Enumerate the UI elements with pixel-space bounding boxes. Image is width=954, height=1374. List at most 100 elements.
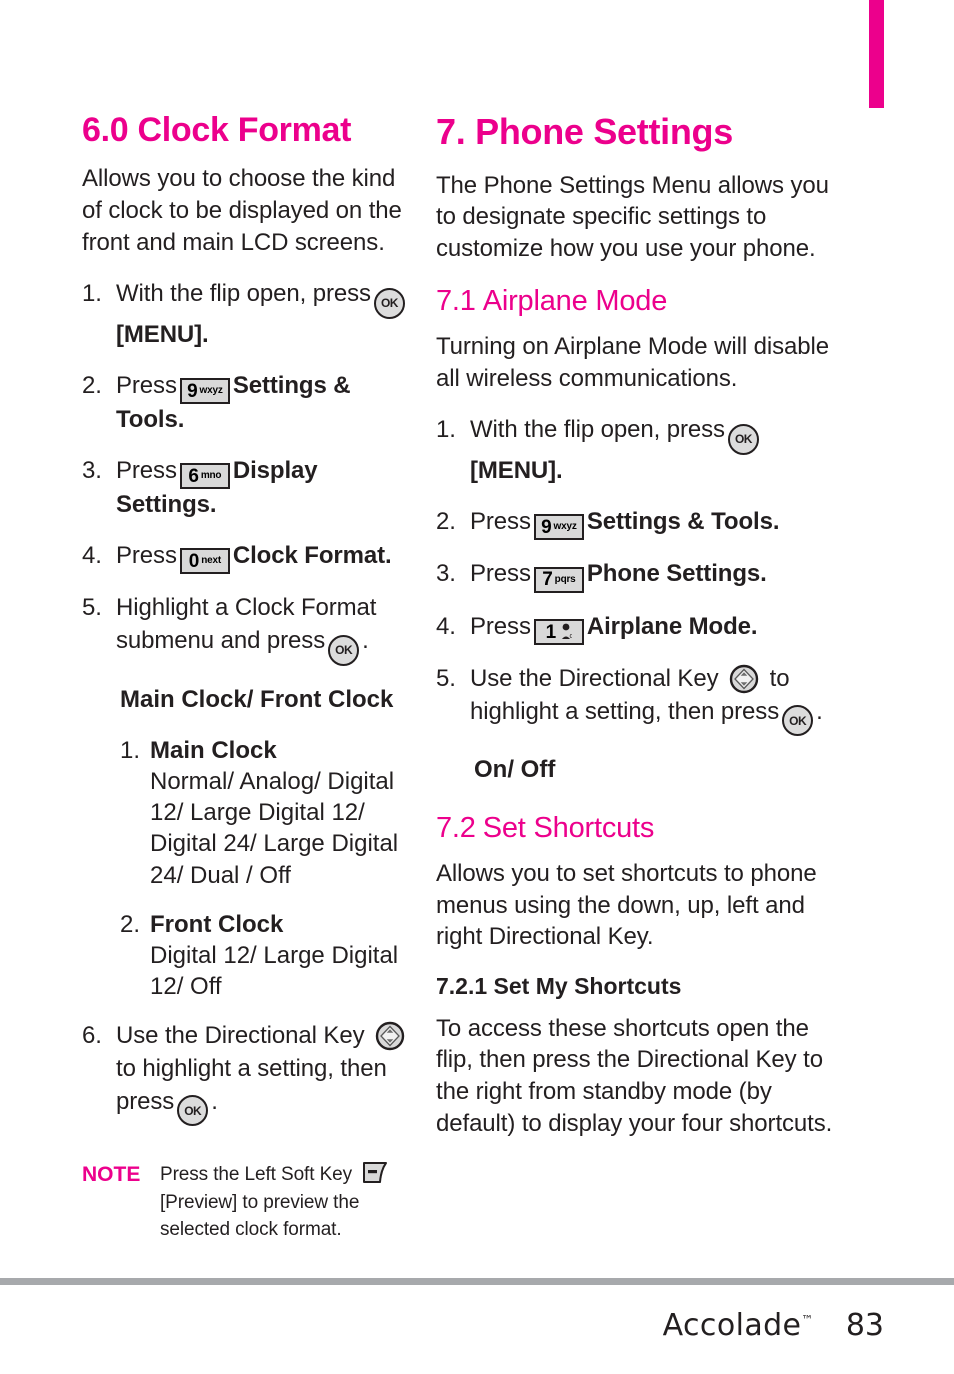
- step-item: 1. With the flip open, press OK [MENU].: [436, 414, 840, 487]
- step-item: 1. With the flip open, press OK [MENU].: [82, 278, 410, 351]
- submenu-title: Front Clock: [150, 910, 284, 938]
- trademark-symbol: ™: [801, 1312, 814, 1327]
- keypad-6-icon: 6 mno: [179, 463, 230, 490]
- left-column: 6.0 Clock Format Allows you to choose th…: [0, 111, 420, 1244]
- submenu-text: Front Clock Digital 12/ Large Digital 12…: [150, 909, 410, 1003]
- ok-key-label: OK: [789, 713, 807, 728]
- keypad-7-icon: 7 pqrs: [533, 566, 584, 593]
- keypad-letters: pqrs: [554, 573, 576, 585]
- step-text-after: .: [362, 627, 369, 655]
- manual-page: 6.0 Clock Format Allows you to choose th…: [0, 0, 954, 1374]
- ok-key-icon: OK: [727, 423, 759, 455]
- step-item: 2. Press 9 wxyz Settings & Tools.: [82, 370, 410, 437]
- keypad-1-voicemail-icon: 1o: [533, 619, 584, 646]
- subsection-number: 7.2: [436, 811, 476, 844]
- step-text-before: Press: [470, 560, 531, 588]
- page-number: 83: [845, 1307, 884, 1343]
- step-text-after: Settings & Tools.: [586, 507, 780, 535]
- footer-divider: [0, 1278, 954, 1285]
- step-text: Press 6 mno Display Settings.: [116, 455, 410, 522]
- submenu-options: Normal/ Analog/ Digital 12/ Large Digita…: [150, 768, 399, 889]
- step-text-before: Use the Directional Key: [470, 665, 719, 693]
- step-text: Use the Directional Key to highlight a s…: [470, 663, 840, 737]
- step-text-before: With the flip open, press: [116, 280, 371, 308]
- step-text-after: Clock Format.: [232, 541, 392, 569]
- note-block: NOTE Press the Left Soft Key [Preview] t…: [82, 1160, 410, 1244]
- step-text: Use the Directional Key to highlight a s…: [116, 1020, 410, 1127]
- step-text: Press 7 pqrs Phone Settings.: [470, 558, 840, 593]
- keypad-letters: next: [201, 555, 221, 567]
- step-text: Highlight a Clock Format submenu and pre…: [116, 592, 410, 666]
- step-text-after: .: [816, 697, 823, 725]
- page-title-clock-format: 6.0 Clock Format: [82, 111, 352, 149]
- submenu-item: 2. Front Clock Digital 12/ Large Digital…: [120, 909, 410, 1003]
- note-label: NOTE: [82, 1163, 141, 1187]
- two-column-body: 6.0 Clock Format Allows you to choose th…: [0, 111, 954, 1244]
- step-text-before: Press: [470, 612, 531, 640]
- step-item: 4. Press 0 next Clock Format.: [82, 540, 410, 575]
- submenu-item: 1. Main Clock Normal/ Analog/ Digital 12…: [120, 735, 410, 891]
- step-number: 6.: [82, 1022, 102, 1050]
- keypad-0-icon: 0 next: [179, 548, 230, 575]
- note-text-after: [Preview] to preview the selected clock …: [160, 1191, 360, 1241]
- keypad-digit: 1: [545, 621, 557, 643]
- note-text-before: Press the Left Soft Key: [160, 1164, 353, 1186]
- ok-key-label: OK: [335, 643, 353, 658]
- ok-key-label: OK: [734, 432, 753, 447]
- airplane-mode-intro: Turning on Airplane Mode will disable al…: [436, 332, 829, 392]
- step-text: Press 0 next Clock Format.: [116, 540, 410, 575]
- step-number: 5.: [436, 665, 456, 693]
- step-item: 5. Highlight a Clock Format submenu and …: [82, 592, 410, 666]
- step-text-before: With the flip open, press: [470, 416, 725, 444]
- keypad-digit: 9: [187, 380, 198, 402]
- step-item: 3. Press 6 mno Display Settings.: [82, 455, 410, 522]
- directional-key-icon: [375, 1021, 405, 1051]
- brand-label: Accolade: [662, 1307, 802, 1343]
- svg-text:o: o: [570, 633, 573, 640]
- left-soft-key-icon: [361, 1160, 389, 1186]
- step-number: 3.: [82, 456, 102, 484]
- step-text-before: Press: [470, 507, 531, 535]
- step-text-before: Press: [116, 456, 177, 484]
- ok-key-label: OK: [184, 1103, 202, 1118]
- airplane-mode-options: On/ Off: [474, 756, 556, 784]
- step-item: 5. Use the Directional Key to highlight …: [436, 663, 840, 737]
- subsection-title-set-my-shortcuts: 7.2.1 Set My Shortcuts: [436, 972, 682, 999]
- keypad-letters: mno: [200, 470, 222, 482]
- submenu-options: Digital 12/ Large Digital 12/ Off: [150, 942, 399, 1001]
- step-text-after: Phone Settings.: [586, 560, 767, 588]
- step-number: 1.: [82, 280, 102, 308]
- step-text-before: Use the Directional Key: [116, 1022, 365, 1050]
- step-text-after: [MENU].: [470, 456, 563, 484]
- step-number: 4.: [82, 541, 102, 569]
- page-footer: Accolade™ 83: [0, 1295, 954, 1355]
- subsection-title-set-shortcuts: 7.2 Set Shortcuts: [436, 812, 840, 845]
- subsection-label: Set Shortcuts: [482, 811, 655, 844]
- step-item: 6. Use the Directional Key to highlight …: [82, 1020, 410, 1127]
- subsection-number: 7.1: [436, 284, 476, 317]
- step-text: With the flip open, press OK [MENU].: [116, 278, 410, 351]
- submenu-number: 2.: [120, 910, 141, 938]
- submenu-title: Main Clock: [150, 736, 277, 764]
- step-text: Press 9 wxyz Settings & Tools.: [116, 370, 410, 437]
- step-text: Press1oAirplane Mode.: [470, 611, 840, 646]
- clock-submenu-group: Main Clock/ Front Clock 1. Main Clock No…: [120, 684, 410, 1003]
- set-my-shortcuts-body: To access these shortcuts open the flip,…: [436, 1014, 833, 1137]
- step-text-before: Press: [116, 541, 177, 569]
- step-number: 2.: [82, 371, 102, 399]
- keypad-9-icon: 9 wxyz: [533, 514, 584, 541]
- brand-name: Accolade™: [663, 1308, 814, 1343]
- keypad-digit: 6: [188, 465, 199, 487]
- chapter-tab-marker: [869, 0, 884, 108]
- ok-key-icon: OK: [177, 1095, 209, 1127]
- step-item: 4. Press1oAirplane Mode.: [436, 611, 840, 646]
- step-text-after: [MENU].: [116, 321, 209, 349]
- section-title-phone-settings: 7. Phone Settings: [436, 111, 733, 152]
- subsection-label: Airplane Mode: [482, 284, 668, 317]
- step-text-after: .: [211, 1087, 218, 1115]
- step-number: 1.: [436, 416, 456, 444]
- step-text-middle: to highlight a setting, then press: [116, 1055, 387, 1115]
- keypad-digit: 7: [542, 569, 553, 591]
- keypad-9-icon: 9 wxyz: [179, 378, 230, 405]
- step-text: With the flip open, press OK [MENU].: [470, 414, 840, 487]
